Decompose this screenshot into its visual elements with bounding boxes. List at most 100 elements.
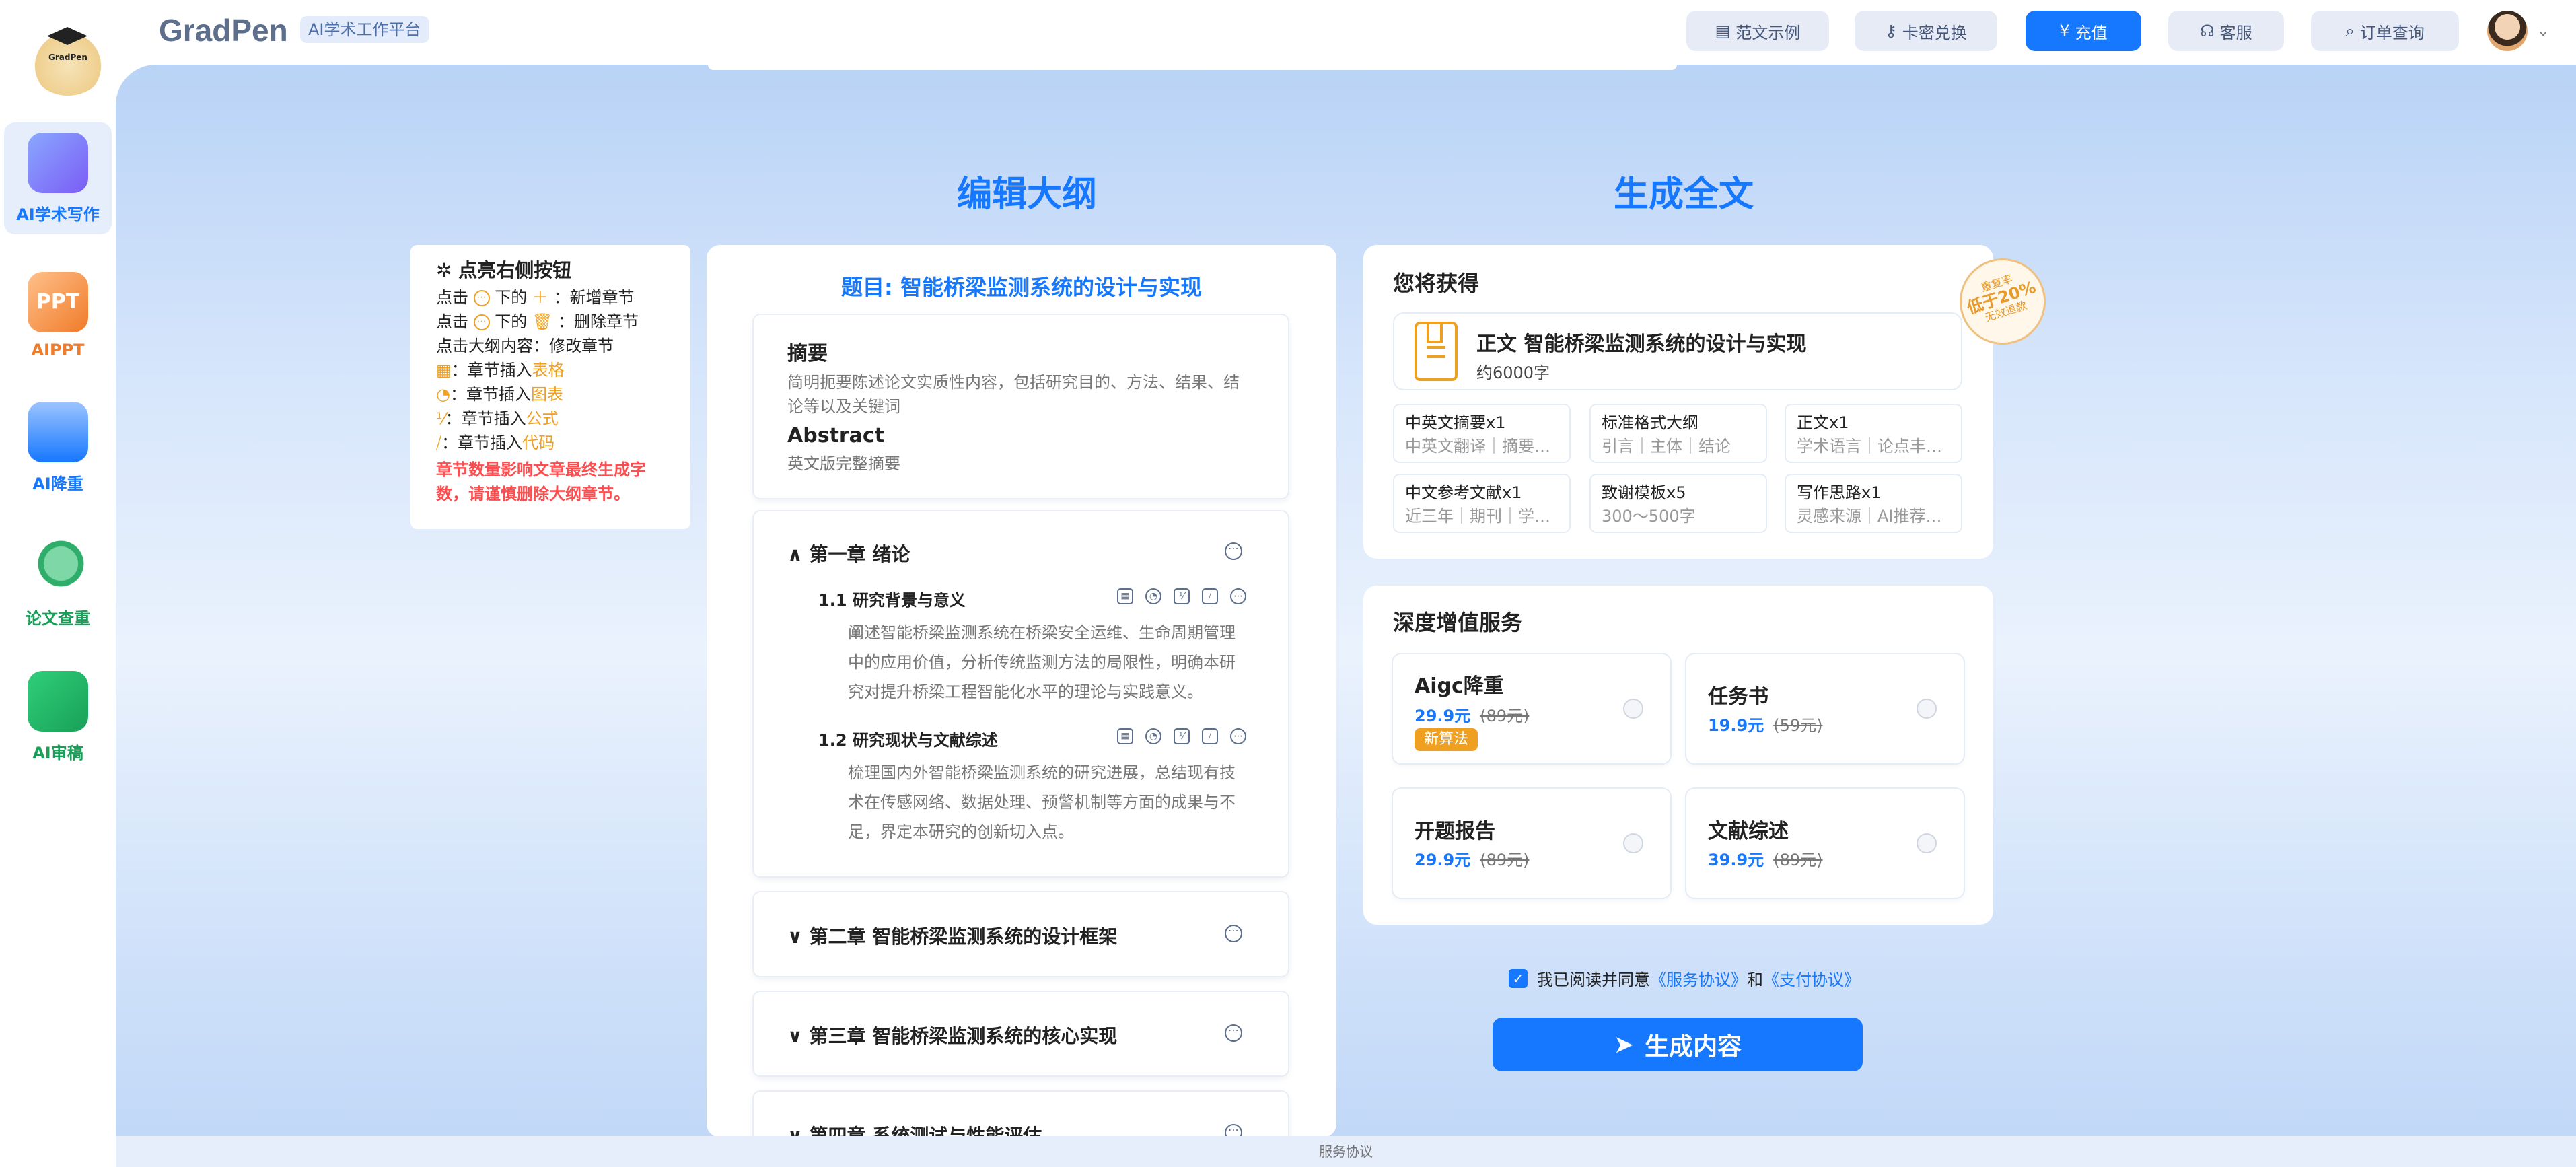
recharge-button[interactable]: ¥ 充值 <box>2026 11 2141 51</box>
service-option-task-book[interactable]: 任务书 19.9元 (59元) <box>1686 654 1964 763</box>
more-icon[interactable]: ⋯ <box>1225 1124 1242 1136</box>
more-icon[interactable]: ⋯ <box>1225 925 1242 942</box>
service-radio[interactable] <box>1917 699 1937 719</box>
service-radio[interactable] <box>1623 833 1643 853</box>
sidebar-item-ai-writing[interactable]: AI学术写作 <box>4 122 112 234</box>
document-icon: ▤ <box>1715 22 1731 40</box>
chapter-card[interactable]: ∨ 第四章 系统测试与性能评估 ⋯ <box>754 1092 1288 1136</box>
key-icon: ⚷ <box>1885 22 1897 40</box>
chapter-card[interactable]: ∧ 第一章 绪论 ⋯ 1.1 研究背景与意义 ▦ ◔ ⅟ ⧸ ⋯ 阐述智能桥梁监… <box>754 511 1288 876</box>
section-title[interactable]: 1.2 研究现状与文献综述 <box>818 727 998 750</box>
order-query-button[interactable]: ⌕ 订单查询 <box>2311 11 2459 51</box>
sidebar-item-plagiarism-check[interactable]: 论文查重 <box>4 526 112 638</box>
top-panel-edge <box>708 65 1677 70</box>
section-title[interactable]: 1.1 研究背景与意义 <box>818 587 966 610</box>
service-option-aigc[interactable]: Aigc降重 29.9元 (89元) 新算法 <box>1393 654 1670 763</box>
hint-warning: 章节数量影响文章最终生成字数，请谨慎删除大纲章节。 <box>436 460 646 503</box>
more-icon[interactable]: ⋯ <box>1225 1024 1242 1042</box>
chart-icon[interactable]: ◔ <box>1145 588 1161 604</box>
code-icon[interactable]: ⧸ <box>1202 588 1218 604</box>
brand-tag: AI学术工作平台 <box>300 16 429 43</box>
chapter-title[interactable]: ∨ 第四章 系统测试与性能评估 <box>787 1121 1042 1136</box>
document-icon <box>1415 322 1458 381</box>
customer-service-button[interactable]: ☊ 客服 <box>2168 11 2284 51</box>
orders-button-label: 订单查询 <box>2359 23 2425 42</box>
service-agreement-link[interactable]: 《服务协议》 <box>1650 970 1747 989</box>
service-option-proposal[interactable]: 开题报告 29.9元 (89元) <box>1393 789 1670 898</box>
chevron-down-icon[interactable]: ∨ <box>787 1025 809 1047</box>
abstract-desc: 简明扼要陈述论文实质性内容，包括研究目的、方法、结果、结论等以及关键词 <box>787 373 1240 416</box>
graduation-cap-icon <box>47 27 87 45</box>
main-deliverable-title: 正文 智能桥梁监测系统的设计与实现 <box>1476 332 1807 356</box>
sample-button-label: 范文示例 <box>1736 23 1801 42</box>
more-icon[interactable]: ⋯ <box>1230 588 1246 604</box>
service-option-literature-review[interactable]: 文献综述 39.9元 (89元) <box>1686 789 1964 898</box>
service-price: 29.9元 (89元) <box>1415 851 1530 870</box>
section-body[interactable]: 阐述智能桥梁监测系统在桥梁安全运维、生命周期管理中的应用价值，分析传统监测方法的… <box>848 618 1238 707</box>
main-deliverable: 正文 智能桥梁监测系统的设计与实现 约6000字 <box>1393 312 1962 390</box>
chapter-card[interactable]: ∨ 第二章 智能桥梁监测系统的设计框架 ⋯ <box>754 892 1288 976</box>
outline-panel: 题目: 智能桥梁监测系统的设计与实现 摘要 简明扼要陈述论文实质性内容，包括研究… <box>707 245 1336 1136</box>
outline-title[interactable]: 题目: 智能桥梁监测系统的设计与实现 <box>707 271 1336 302</box>
ppt-icon: PPT <box>28 272 88 332</box>
chevron-down-icon[interactable]: ⌄ <box>2537 23 2549 40</box>
search-icon: ⌕ <box>2345 22 2355 40</box>
app-logo[interactable]: GradPen <box>28 22 108 96</box>
service-name: Aigc降重 <box>1415 674 1504 698</box>
formula-icon[interactable]: ⅟ <box>1174 588 1190 604</box>
abstract-card[interactable]: 摘要 简明扼要陈述论文实质性内容，包括研究目的、方法、结果、结论等以及关键词 A… <box>754 315 1288 498</box>
sidebar-item-ai-rewrite[interactable]: AI降重 <box>4 392 112 503</box>
payment-agreement-link[interactable]: 《支付协议》 <box>1763 970 1860 989</box>
main-deliverable-words: 约6000字 <box>1476 363 1550 382</box>
chevron-down-icon[interactable]: ∨ <box>787 925 809 948</box>
service-name: 文献综述 <box>1708 820 1789 843</box>
service-radio[interactable] <box>1917 833 1937 853</box>
generate-button-label: 生成内容 <box>1645 1033 1742 1061</box>
deliverables-panel: 您将获得 正文 智能桥梁监测系统的设计与实现 约6000字 重复率 低于20% … <box>1363 245 2057 559</box>
chevron-up-icon[interactable]: ∧ <box>787 543 809 565</box>
chapter-title[interactable]: ∨ 第二章 智能桥梁监测系统的设计框架 <box>787 922 1117 949</box>
chapter-title[interactable]: ∨ 第三章 智能桥梁监测系统的核心实现 <box>787 1022 1117 1049</box>
formula-icon[interactable]: ⅟ <box>1174 728 1190 744</box>
table-icon[interactable]: ▦ <box>1117 588 1133 604</box>
code-icon[interactable]: ⧸ <box>1202 728 1218 744</box>
more-icon[interactable]: ⋯ <box>1225 542 1242 560</box>
section-body[interactable]: 梳理国内外智能桥梁监测系统的研究进展，总结现有技术在传感网络、数据处理、预警机制… <box>848 758 1238 847</box>
chapter-card[interactable]: ∨ 第三章 智能桥梁监测系统的核心实现 ⋯ <box>754 992 1288 1075</box>
recharge-button-label: 充值 <box>2075 23 2108 42</box>
chevron-down-icon[interactable]: ∨ <box>787 1125 809 1136</box>
redeem-button[interactable]: ⚷ 卡密兑换 <box>1855 11 1997 51</box>
table-icon[interactable]: ▦ <box>1117 728 1133 744</box>
formula-icon: ⅟ <box>436 409 445 428</box>
hint-insert-formula: ⅟：章节插入公式 <box>436 409 559 428</box>
more-icon[interactable]: ⋯ <box>1230 728 1246 744</box>
hint-edit-line: 点击大纲内容：修改章节 <box>436 337 614 355</box>
send-icon: ➤ <box>1613 1030 1635 1059</box>
service-radio[interactable] <box>1623 699 1643 719</box>
hint-insert-code: ⧸：章节插入代码 <box>436 433 555 452</box>
sample-button[interactable]: ▤ 范文示例 <box>1686 11 1829 51</box>
generate-content-button[interactable]: ➤ 生成内容 <box>1493 1018 1863 1071</box>
generate-full-title: 生成全文 <box>1614 175 1754 214</box>
user-avatar[interactable] <box>2487 11 2528 51</box>
agreement-row: ✓ 我已阅读并同意《服务协议》和《支付协议》 <box>1509 966 1860 990</box>
footer-service-agreement-link[interactable]: 服务协议 <box>116 1136 2576 1167</box>
sidebar-item-ai-review[interactable]: AI审稿 <box>4 661 112 773</box>
service-button-label: 客服 <box>2219 23 2252 42</box>
sidebar-label: AI降重 <box>32 474 83 493</box>
headset-icon: ☊ <box>2200 22 2215 40</box>
chapter-title[interactable]: ∧ 第一章 绪论 <box>787 540 910 567</box>
chart-icon[interactable]: ◔ <box>1145 728 1161 744</box>
download-icon <box>28 402 88 462</box>
agree-checkbox[interactable]: ✓ <box>1509 968 1528 988</box>
hint-add-line: 点击 ⋯ 下的 ＋ ：新增章节 <box>436 288 635 307</box>
service-price: 39.9元 (89元) <box>1708 851 1823 870</box>
pen-icon <box>28 133 88 193</box>
top-header: GradPen GradPen AI学术工作平台 ▤ 范文示例 ⚷ 卡密兑换 ¥… <box>0 0 2576 96</box>
deliverable-item: 正文x1 学术语言｜论点丰… <box>1785 404 1962 463</box>
sidebar-item-aippt[interactable]: PPT AIPPT <box>4 257 112 369</box>
hint-title: ✲ 点亮右侧按钮 <box>436 259 572 281</box>
deliverable-item: 写作思路x1 灵感来源｜AI推荐… <box>1785 474 1962 533</box>
deliverables-title: 您将获得 <box>1393 271 1480 296</box>
hint-panel: ✲ 点亮右侧按钮 点击 ⋯ 下的 ＋ ：新增章节 点击 ⋯ 下的 🗑 ：删除章节… <box>410 245 690 529</box>
